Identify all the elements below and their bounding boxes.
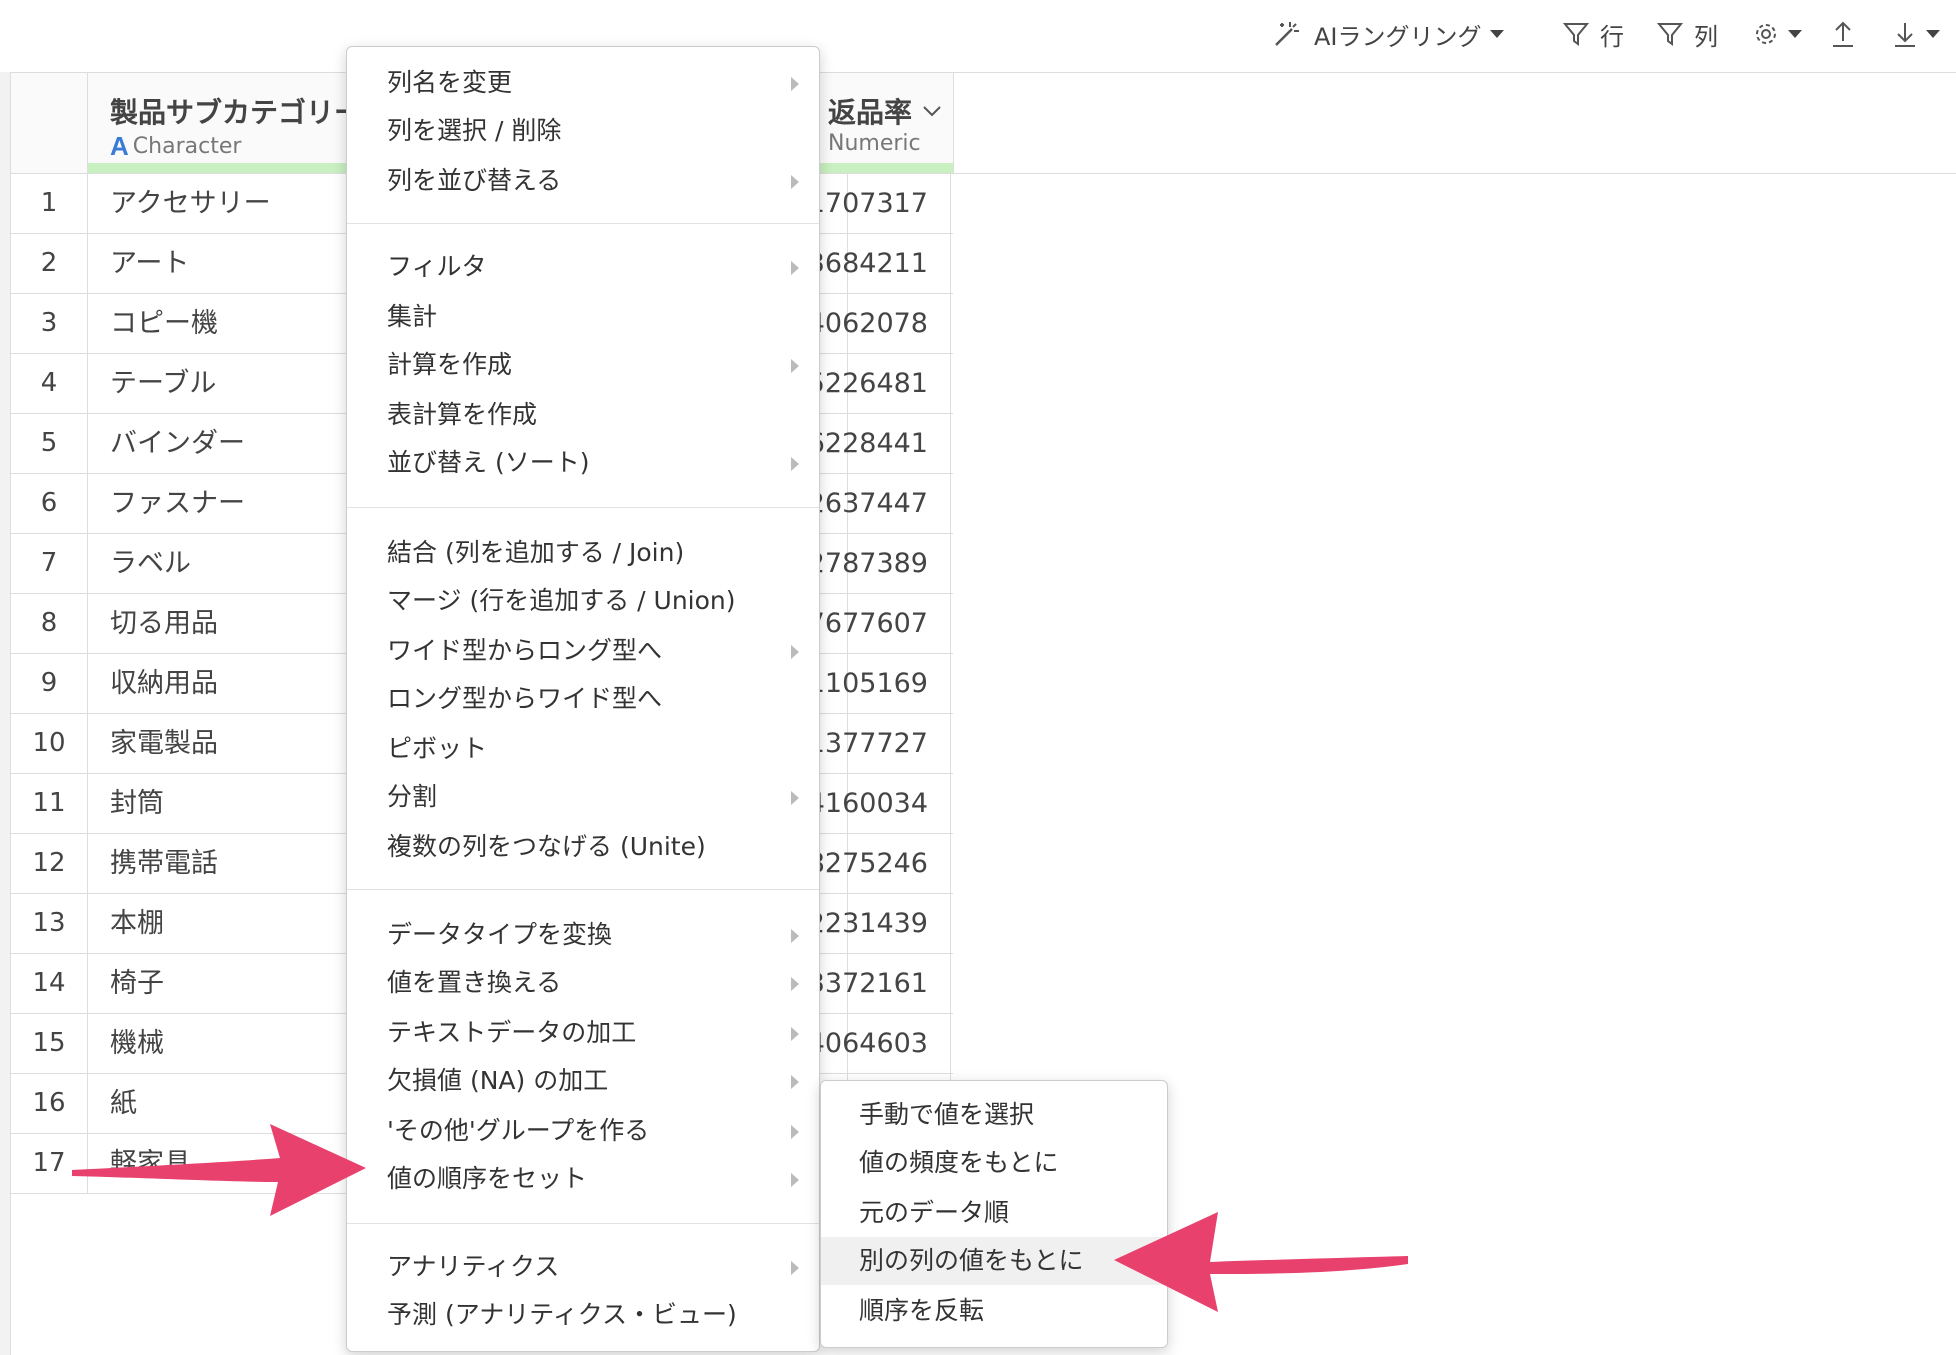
menu-item-replace-values[interactable]: 値を置き換える: [347, 959, 819, 1007]
magic-wand-icon: [1272, 19, 1302, 49]
row-index: 13: [11, 894, 88, 953]
row-index: 6: [11, 474, 88, 533]
ai-wrangling-label: AIラングリング: [1314, 22, 1482, 51]
row-index: 9: [11, 654, 88, 713]
chevron-right-icon: [791, 1075, 799, 1089]
row-index: 12: [11, 834, 88, 893]
annotation-arrow-right: [1114, 1212, 1408, 1312]
menu-divider: [347, 1223, 819, 1224]
export-button[interactable]: [1830, 14, 1856, 54]
column-context-menu: 列名を変更 列を選択 / 削除 列を並び替える フィルタ 集計 計算を作成 表計…: [346, 46, 820, 1352]
column-type: A Character: [110, 131, 242, 161]
row-index: 2: [11, 234, 88, 293]
menu-item-select-delete[interactable]: 列を選択 / 削除: [347, 107, 819, 155]
filter-column-label: 列: [1694, 22, 1718, 51]
row-index: 11: [11, 774, 88, 833]
row-index-header: [11, 73, 88, 173]
menu-item-sort[interactable]: 並び替え (ソート): [347, 439, 819, 487]
menu-item-text-processing[interactable]: テキストデータの加工: [347, 1009, 819, 1057]
chevron-right-icon: [791, 175, 799, 189]
download-icon: [1892, 19, 1918, 49]
row-index: 7: [11, 534, 88, 593]
column-name: 製品サブカテゴリー: [110, 96, 363, 129]
menu-item-wide-to-long[interactable]: ワイド型からロング型へ: [347, 627, 819, 675]
menu-item-aggregate[interactable]: 集計: [347, 293, 819, 341]
gear-icon: [1752, 20, 1780, 48]
chevron-right-icon: [791, 77, 799, 91]
row-index: 5: [11, 414, 88, 473]
filter-row-button[interactable]: 行: [1562, 14, 1624, 54]
menu-divider: [347, 889, 819, 890]
row-index: 10: [11, 714, 88, 773]
chevron-right-icon: [791, 1027, 799, 1041]
row-index: 8: [11, 594, 88, 653]
chevron-down-icon[interactable]: [922, 103, 942, 122]
header-row: 製品サブカテゴリー A Character 返品率 Numeric: [11, 73, 1956, 174]
menu-item-window-calculation[interactable]: 表計算を作成: [347, 391, 819, 439]
menu-item-pivot[interactable]: ピボット: [347, 725, 819, 773]
chevron-right-icon: [791, 645, 799, 659]
submenu-item-by-frequency[interactable]: 値の頻度をもとに: [821, 1139, 1167, 1187]
column-name: 返品率: [828, 96, 913, 129]
column-type: Numeric: [828, 131, 921, 156]
menu-item-other-group[interactable]: 'その他'グループを作る: [347, 1107, 819, 1155]
chevron-right-icon: [791, 261, 799, 275]
filter-row-label: 行: [1600, 22, 1624, 51]
chevron-down-icon: [1788, 30, 1802, 38]
menu-item-long-to-wide[interactable]: ロング型からワイド型へ: [347, 675, 819, 723]
menu-item-create-calculation[interactable]: 計算を作成: [347, 341, 819, 389]
menu-item-filter[interactable]: フィルタ: [347, 243, 819, 291]
menu-item-convert-data-type[interactable]: データタイプを変換: [347, 911, 819, 959]
top-toolbar: AIラングリング 行 列: [0, 0, 1956, 72]
menu-item-analytics[interactable]: アナリティクス: [347, 1243, 819, 1291]
menu-item-set-value-order[interactable]: 値の順序をセット: [347, 1155, 819, 1203]
chevron-down-icon: [1926, 30, 1940, 38]
chevron-right-icon: [791, 1261, 799, 1275]
menu-divider: [347, 223, 819, 224]
chevron-right-icon: [791, 359, 799, 373]
menu-item-union[interactable]: マージ (行を追加する / Union): [347, 577, 819, 625]
menu-item-reorder[interactable]: 列を並び替える: [347, 157, 819, 205]
annotation-arrow-left: [72, 1124, 366, 1216]
submenu-item-manual[interactable]: 手動で値を選択: [821, 1091, 1167, 1139]
import-button[interactable]: [1892, 14, 1940, 54]
filter-icon: [1562, 20, 1590, 48]
menu-divider: [347, 507, 819, 508]
chevron-right-icon: [791, 457, 799, 471]
chevron-right-icon: [791, 791, 799, 805]
menu-item-missing-values[interactable]: 欠損値 (NA) の加工: [347, 1057, 819, 1105]
row-index: 1: [11, 174, 88, 233]
menu-item-unite[interactable]: 複数の列をつなげる (Unite): [347, 823, 819, 871]
menu-item-rename[interactable]: 列名を変更: [347, 59, 819, 107]
menu-item-join[interactable]: 結合 (列を追加する / Join): [347, 529, 819, 577]
chevron-right-icon: [791, 1173, 799, 1187]
settings-button[interactable]: [1752, 14, 1802, 54]
menu-item-prediction[interactable]: 予測 (アナリティクス・ビュー): [347, 1291, 819, 1339]
upload-icon: [1830, 19, 1856, 49]
ai-wrangling-button[interactable]: AIラングリング: [1272, 14, 1504, 54]
chevron-down-icon: [1489, 30, 1504, 38]
row-index: 3: [11, 294, 88, 353]
filter-column-button[interactable]: 列: [1656, 14, 1718, 54]
chevron-right-icon: [791, 929, 799, 943]
character-type-icon: A: [110, 131, 129, 161]
filter-icon: [1656, 20, 1684, 48]
chevron-right-icon: [791, 1125, 799, 1139]
menu-item-split[interactable]: 分割: [347, 773, 819, 821]
chevron-right-icon: [791, 977, 799, 991]
row-index: 14: [11, 954, 88, 1013]
row-index: 4: [11, 354, 88, 413]
row-index: 15: [11, 1014, 88, 1073]
